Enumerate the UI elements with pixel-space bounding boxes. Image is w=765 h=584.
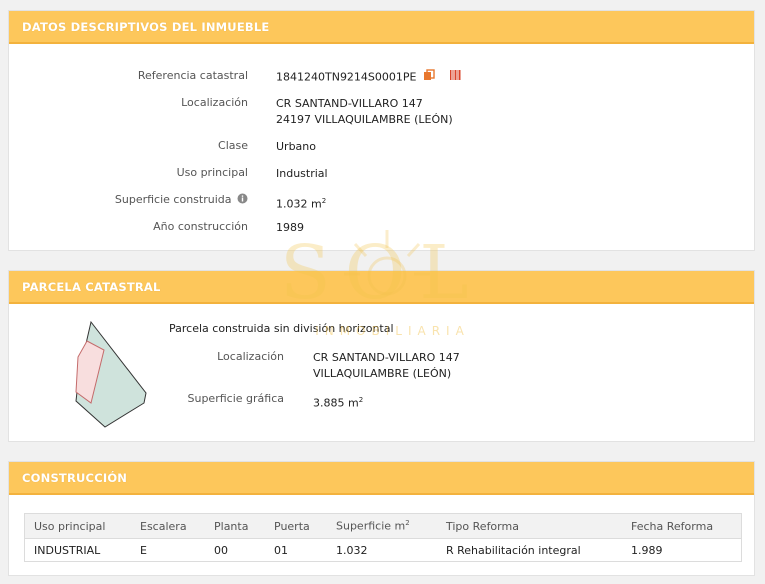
col-planta: Planta: [205, 513, 265, 539]
col-puerta: Puerta: [265, 513, 327, 539]
col-superficie-exp: 2: [405, 519, 410, 528]
parcela-localizacion-value: CR SANTAND-VILLARO 147 VILLAQUILAMBRE (L…: [313, 350, 460, 382]
parcela-superficie-text: 3.885 m: [313, 396, 359, 410]
anio-label: Año construcción: [153, 220, 248, 233]
parcela-localizacion-line1: CR SANTAND-VILLARO 147: [313, 351, 460, 364]
construccion-header: CONSTRUCCIÓN: [9, 462, 754, 495]
parcela-localizacion-line2: VILLAQUILAMBRE (LEÓN): [313, 367, 452, 380]
superficie-value: 1.032 m2: [276, 193, 326, 213]
col-escalera: Escalera: [131, 513, 205, 539]
referencia-value: 1841240TN9214S0001PE: [276, 69, 461, 86]
cell-tipo-reforma: R Rehabilitación integral: [446, 543, 581, 557]
localizacion-line2: 24197 VILLAQUILAMBRE (LEÓN): [276, 113, 453, 126]
col-superficie: Superficie m2: [327, 513, 437, 539]
construccion-table: Uso principal Escalera Planta Puerta Sup…: [24, 513, 742, 562]
table-header-row: Uso principal Escalera Planta Puerta Sup…: [24, 513, 742, 539]
barcode-icon[interactable]: [449, 69, 461, 86]
anio-value: 1989: [276, 221, 304, 234]
parcela-header: PARCELA CATASTRAL: [9, 271, 754, 304]
copy-icon[interactable]: [423, 69, 435, 86]
localizacion-label: Localización: [181, 96, 248, 109]
uso-label: Uso principal: [176, 166, 248, 179]
superficie-value-text: 1.032 m: [276, 197, 322, 211]
col-fecha-reforma: Fecha Reforma: [622, 513, 742, 539]
construccion-panel: CONSTRUCCIÓN Uso principal Escalera Plan…: [8, 461, 755, 576]
col-uso-principal: Uso principal: [24, 513, 131, 539]
col-superficie-text: Superficie m: [336, 519, 406, 533]
cell-escalera: E: [140, 543, 147, 557]
parcela-title: Parcela construida sin división horizont…: [169, 322, 394, 335]
superficie-label: Superficie construida: [115, 193, 248, 207]
parcela-superficie-exp: 2: [358, 396, 364, 404]
uso-value: Industrial: [276, 167, 328, 180]
clase-value: Urbano: [276, 140, 316, 153]
parcela-localizacion-label: Localización: [217, 350, 284, 363]
referencia-text: 1841240TN9214S0001PE: [276, 70, 417, 84]
table-row: INDUSTRIAL E 00 01 1.032 R Rehabilitació…: [25, 539, 742, 562]
superficie-label-text: Superficie construida: [114, 193, 232, 206]
parcela-panel: PARCELA CATASTRAL Parcela construida sin…: [8, 270, 755, 442]
localizacion-line1: CR SANTAND-VILLARO 147: [276, 97, 423, 110]
col-tipo-reforma: Tipo Reforma: [437, 513, 622, 539]
info-icon[interactable]: [237, 193, 248, 207]
clase-label: Clase: [218, 139, 248, 152]
cell-puerta: 01: [274, 543, 288, 557]
datos-descriptivos-panel: DATOS DESCRIPTIVOS DEL INMUEBLE Referenc…: [8, 10, 755, 251]
cell-fecha-reforma: 1.989: [631, 543, 663, 557]
cell-superficie: 1.032: [336, 543, 368, 557]
superficie-exp: 2: [321, 197, 327, 205]
parcela-map[interactable]: [59, 319, 151, 431]
cell-planta: 00: [214, 543, 228, 557]
cell-uso-principal: INDUSTRIAL: [34, 543, 101, 557]
localizacion-value: CR SANTAND-VILLARO 147 24197 VILLAQUILAM…: [276, 96, 453, 128]
referencia-label: Referencia catastral: [137, 69, 248, 82]
parcela-superficie-label: Superficie gráfica: [187, 392, 285, 405]
parcela-superficie-value: 3.885 m2: [313, 392, 363, 412]
datos-descriptivos-header: DATOS DESCRIPTIVOS DEL INMUEBLE: [9, 11, 754, 44]
